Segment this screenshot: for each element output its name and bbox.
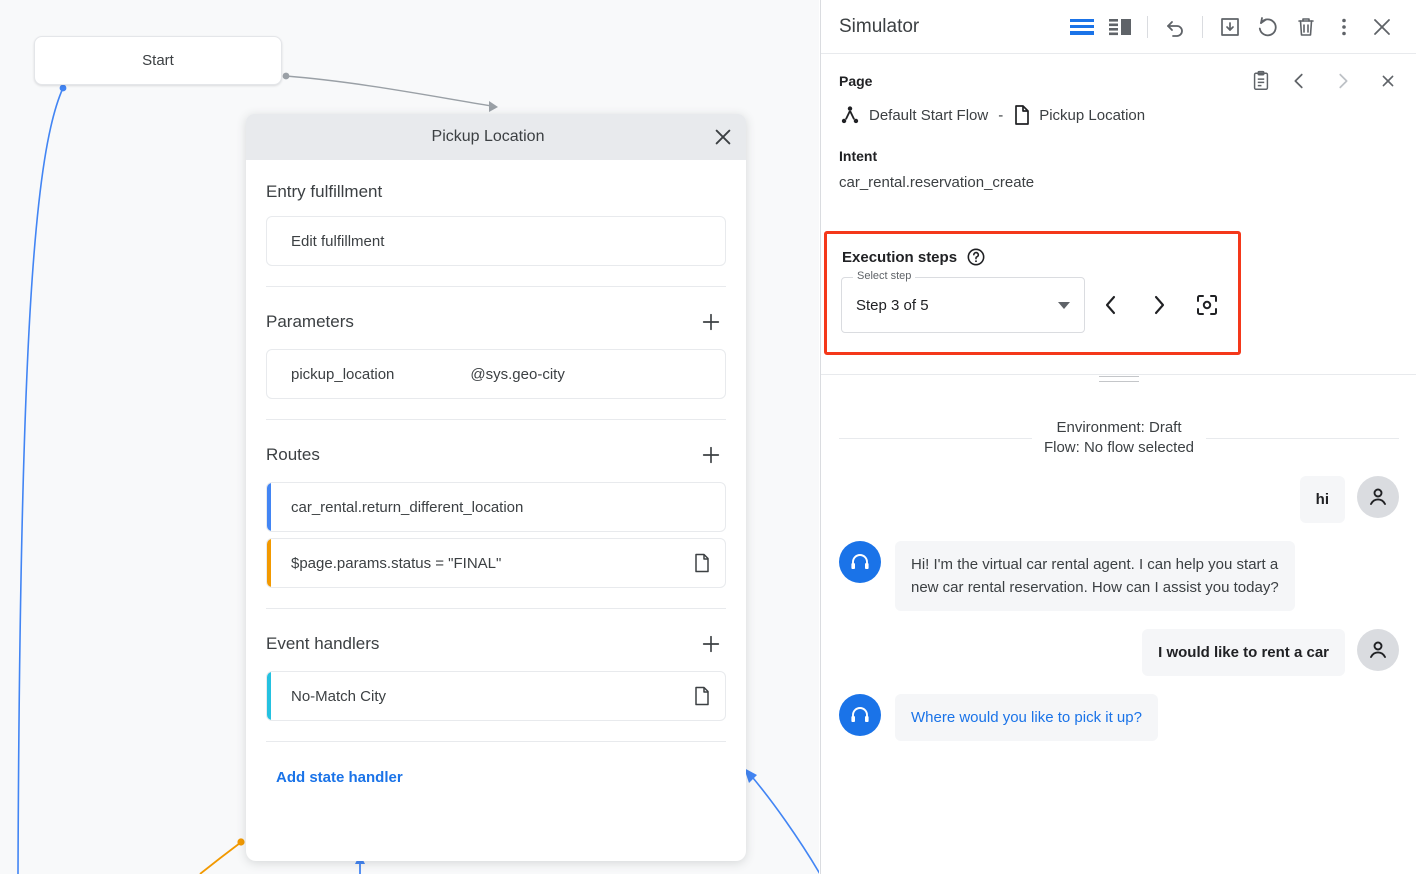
message-row-agent: Hi! I'm the virtual car rental agent. I … [839,541,1399,611]
edit-fulfillment-label: Edit fulfillment [267,233,384,250]
breadcrumb: Default Start Flow - Pickup Location [839,104,1398,126]
help-circle-icon[interactable] [966,247,986,267]
message-row-user: hi [839,476,1399,523]
toolbar-separator [1202,16,1203,38]
toolbar-separator [1147,16,1148,38]
routes-list: car_rental.return_different_location $pa… [266,482,726,588]
start-node[interactable]: Start [34,36,282,85]
page-icon [1013,104,1031,126]
execution-steps-controls: Select step Step 3 of 5 [827,267,1238,333]
route-label: car_rental.return_different_location [267,499,523,516]
resize-handle[interactable] [1099,376,1139,386]
message-bubble[interactable]: hi [1300,476,1345,523]
execution-steps-header: Execution steps [827,234,1238,267]
row-accent-bar [267,483,271,531]
edit-fulfillment-row[interactable]: Edit fulfillment [266,216,726,266]
message-bubble[interactable]: Hi! I'm the virtual car rental agent. I … [895,541,1295,611]
page-icon [693,553,711,573]
flow-canvas[interactable]: Start Pickup Location Entry fulfillment … [0,0,819,874]
close-icon[interactable] [700,114,746,160]
simulator-panel: Simulator [820,0,1416,874]
separator-line [839,438,1032,439]
undo-icon[interactable] [1157,9,1193,45]
add-parameter-button[interactable] [698,309,724,335]
simulator-divider [821,374,1416,375]
page-section-header: Page [839,70,1398,92]
delete-icon[interactable] [1288,9,1324,45]
message-bubble[interactable]: I would like to rent a car [1142,629,1345,676]
conversation-area: Environment: Draft Flow: No flow selecte… [821,392,1416,874]
environment-info: Environment: Draft Flow: No flow selecte… [1032,418,1206,458]
section-header-parameters: Parameters [266,287,726,349]
event-handler-label: No-Match City [267,688,386,705]
message-row-user: I would like to rent a car [839,629,1399,676]
simulator-header: Simulator [821,0,1416,54]
row-accent-bar [267,539,271,587]
section-header-routes: Routes [266,420,726,482]
event-handler-row[interactable]: No-Match City [266,671,726,721]
section-heading-routes: Routes [266,445,320,465]
intent-label: Intent [839,148,1398,164]
section-heading-parameters: Parameters [266,312,354,332]
add-event-handler-button[interactable] [698,631,724,657]
headset-icon [839,694,881,736]
page-section-icons [1250,70,1398,92]
environment-line: Environment: Draft [1056,419,1181,436]
chevron-right-icon[interactable] [1326,70,1360,92]
message-bubble[interactable]: Where would you like to pick it up? [895,694,1158,741]
select-step-value: Step 3 of 5 [856,297,929,314]
route-label: $page.params.status = "FINAL" [267,555,501,572]
page-section: Page [821,54,1416,191]
page-dialog[interactable]: Pickup Location Entry fulfillment Edit f… [246,114,746,861]
collapse-icon[interactable] [1370,70,1398,92]
next-step-button[interactable] [1137,283,1181,327]
section-heading-event-handlers: Event handlers [266,634,379,654]
intent-value[interactable]: car_rental.reservation_create [839,174,1398,191]
section-heading-entry-fulfillment: Entry fulfillment [266,160,726,216]
simulator-toolbar [1064,9,1400,45]
breadcrumb-flow[interactable]: Default Start Flow [869,107,988,124]
environment-separator: Environment: Draft Flow: No flow selecte… [839,418,1399,458]
close-icon[interactable] [1364,9,1400,45]
breadcrumb-separator: - [998,107,1003,124]
page-icon [693,686,711,706]
route-row[interactable]: car_rental.return_different_location [266,482,726,532]
list-view-icon[interactable] [1064,9,1100,45]
page-dialog-header: Pickup Location [246,114,746,160]
chevron-down-icon[interactable] [1058,302,1070,309]
person-icon [1357,476,1399,518]
person-icon [1357,629,1399,671]
add-route-button[interactable] [698,442,724,468]
split-view-icon[interactable] [1102,9,1138,45]
clipboard-icon[interactable] [1250,70,1272,92]
message-row-agent: Where would you like to pick it up? [839,694,1399,741]
add-state-handler-link[interactable]: Add state handler [266,742,726,786]
page-dialog-title: Pickup Location [246,128,700,146]
headset-icon [839,541,881,583]
parameter-name: pickup_location [267,366,394,383]
parameter-row[interactable]: pickup_location @sys.geo-city [266,349,726,399]
breadcrumb-page[interactable]: Pickup Location [1039,107,1145,124]
select-step-legend: Select step [853,270,915,282]
flow-line: Flow: No flow selected [1044,439,1194,456]
simulator-title: Simulator [839,16,919,38]
execution-steps-box: Execution steps Select step Step 3 of 5 [824,231,1241,355]
section-header-event-handlers: Event handlers [266,609,726,671]
center-focus-icon[interactable] [1185,283,1229,327]
route-row[interactable]: $page.params.status = "FINAL" [266,538,726,588]
separator-line [1206,438,1399,439]
page-label: Page [839,73,872,89]
more-vert-icon[interactable] [1326,9,1362,45]
execution-steps-heading: Execution steps [842,249,957,266]
restart-icon[interactable] [1250,9,1286,45]
previous-step-button[interactable] [1089,283,1133,327]
start-node-label: Start [142,52,174,69]
select-step-dropdown[interactable]: Select step Step 3 of 5 [841,277,1085,333]
parameter-entity: @sys.geo-city [394,366,564,383]
flow-icon [839,104,861,126]
save-icon[interactable] [1212,9,1248,45]
row-accent-bar [267,672,271,720]
chevron-left-icon[interactable] [1282,70,1316,92]
